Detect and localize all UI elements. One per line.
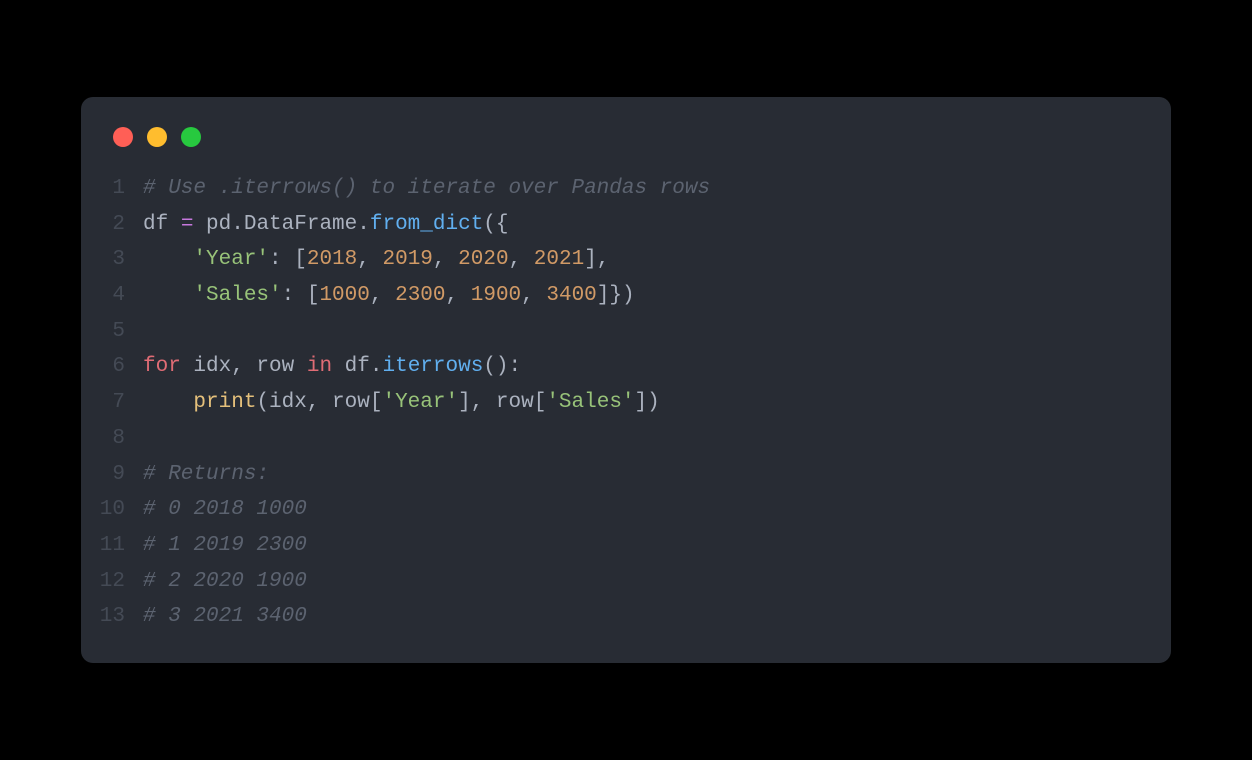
code-line: 12 # 2 2020 1900 xyxy=(81,564,1171,600)
line-number: 11 xyxy=(81,528,143,564)
code-line: 9 # Returns: xyxy=(81,457,1171,493)
code-line: 3 'Year': [2018, 2019, 2020, 2021], xyxy=(81,242,1171,278)
code-content: 'Sales': [1000, 2300, 1900, 3400]}) xyxy=(143,278,635,314)
close-icon[interactable] xyxy=(113,127,133,147)
code-content: # 1 2019 2300 xyxy=(143,528,307,564)
code-line: 5 xyxy=(81,314,1171,350)
line-number: 13 xyxy=(81,599,143,635)
line-number: 1 xyxy=(81,171,143,207)
code-line: 11 # 1 2019 2300 xyxy=(81,528,1171,564)
code-window: 1 # Use .iterrows() to iterate over Pand… xyxy=(81,97,1171,663)
code-content: # 0 2018 1000 xyxy=(143,492,307,528)
line-number: 7 xyxy=(81,385,143,421)
code-content: # 3 2021 3400 xyxy=(143,599,307,635)
code-line: 8 xyxy=(81,421,1171,457)
minimize-icon[interactable] xyxy=(147,127,167,147)
line-number: 3 xyxy=(81,242,143,278)
code-content: df = pd.DataFrame.from_dict({ xyxy=(143,207,509,243)
window-titlebar xyxy=(81,121,1171,171)
code-content: # 2 2020 1900 xyxy=(143,564,307,600)
code-line: 7 print(idx, row['Year'], row['Sales']) xyxy=(81,385,1171,421)
line-number: 8 xyxy=(81,421,143,457)
code-content: print(idx, row['Year'], row['Sales']) xyxy=(143,385,660,421)
code-content: for idx, row in df.iterrows(): xyxy=(143,349,521,385)
code-content: # Returns: xyxy=(143,457,269,493)
line-number: 5 xyxy=(81,314,143,350)
code-line: 2 df = pd.DataFrame.from_dict({ xyxy=(81,207,1171,243)
code-line: 13 # 3 2021 3400 xyxy=(81,599,1171,635)
line-number: 6 xyxy=(81,349,143,385)
line-number: 2 xyxy=(81,207,143,243)
line-number: 10 xyxy=(81,492,143,528)
code-line: 10 # 0 2018 1000 xyxy=(81,492,1171,528)
code-editor[interactable]: 1 # Use .iterrows() to iterate over Pand… xyxy=(81,171,1171,635)
code-line: 6 for idx, row in df.iterrows(): xyxy=(81,349,1171,385)
line-number: 12 xyxy=(81,564,143,600)
line-number: 9 xyxy=(81,457,143,493)
code-line: 1 # Use .iterrows() to iterate over Pand… xyxy=(81,171,1171,207)
code-content: # Use .iterrows() to iterate over Pandas… xyxy=(143,171,710,207)
line-number: 4 xyxy=(81,278,143,314)
code-line: 4 'Sales': [1000, 2300, 1900, 3400]}) xyxy=(81,278,1171,314)
code-content: 'Year': [2018, 2019, 2020, 2021], xyxy=(143,242,609,278)
maximize-icon[interactable] xyxy=(181,127,201,147)
